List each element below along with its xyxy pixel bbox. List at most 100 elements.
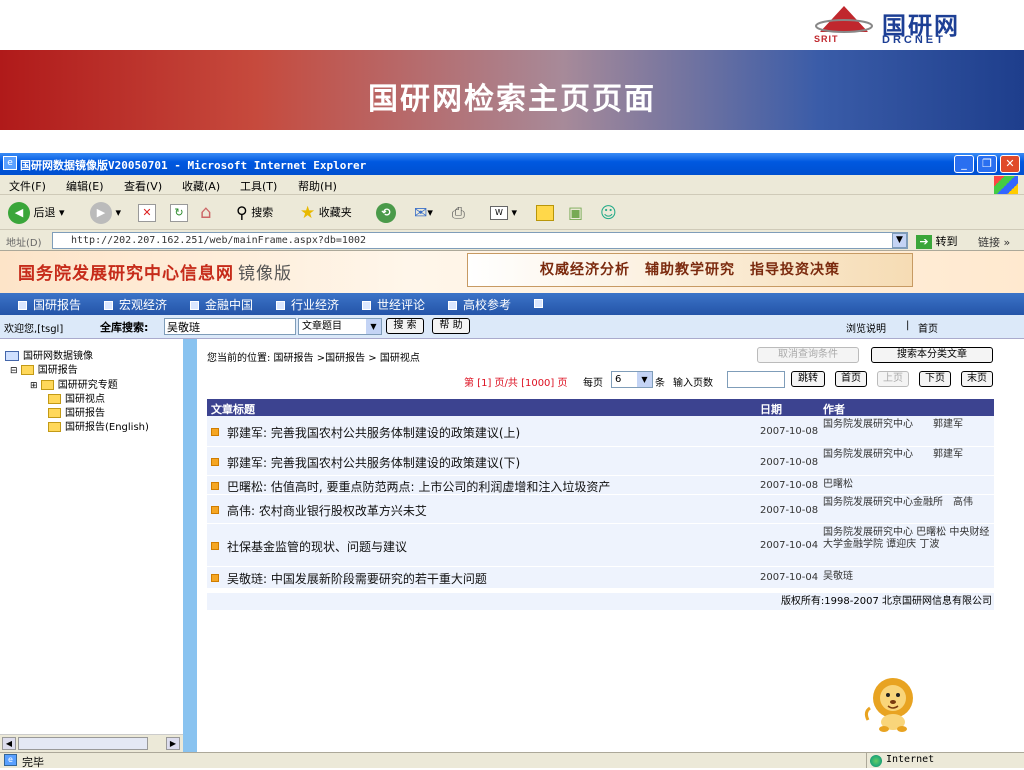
nav-bullet-icon: [448, 301, 457, 310]
tree-root[interactable]: 国研网数据镜像: [5, 347, 93, 362]
tree-item-report-english[interactable]: 国研报告(English): [48, 418, 149, 433]
print-icon[interactable]: ⎙: [452, 201, 465, 225]
collapse-icon: ⊟: [10, 366, 18, 376]
tree-hscrollbar[interactable]: ◀ ▶: [0, 734, 183, 752]
breadcrumb: 您当前的位置: 国研报告 >国研报告 > 国研视点: [207, 353, 420, 364]
search-input[interactable]: [164, 318, 296, 335]
history-icon[interactable]: ⟲: [376, 201, 396, 225]
menu-view[interactable]: 查看(V): [124, 178, 162, 194]
minimize-button[interactable]: _: [954, 155, 974, 173]
search-submit-button[interactable]: 搜 索: [386, 318, 424, 334]
jump-button[interactable]: 跳转: [791, 371, 825, 387]
bullet-icon: [211, 458, 219, 466]
cancel-query-button[interactable]: 取消查询条件: [757, 347, 859, 363]
search-category-button[interactable]: 搜索本分类文章: [871, 347, 993, 363]
page-done-icon: e: [4, 754, 17, 766]
home-link[interactable]: 首页: [918, 320, 938, 335]
page-number-input[interactable]: [727, 371, 785, 388]
address-url: http://202.207.162.251/web/mainFrame.asp…: [71, 235, 367, 246]
logo-srit-text: SRIT: [814, 34, 839, 44]
per-page-value: 6: [615, 374, 622, 385]
home-icon[interactable]: ⌂: [200, 201, 211, 225]
table-row[interactable]: 社保基金监管的现状、问题与建议 2007-10-04 国务院发展研究中心 巴曙松…: [207, 524, 994, 567]
article-author: 国务院发展研究中心 郭建军: [823, 449, 963, 460]
article-title-link[interactable]: 吴敬琏: 中国发展新阶段需要研究的若干重大问题: [227, 570, 747, 587]
search-field-select[interactable]: 文章题目 ▼: [298, 318, 382, 335]
article-title-link[interactable]: 郭建军: 完善我国农村公共服务体制建设的政策建议(上): [227, 424, 747, 441]
per-page-select[interactable]: 6 ▼: [611, 371, 653, 388]
scroll-left-icon[interactable]: ◀: [2, 737, 16, 750]
article-title-link[interactable]: 高伟: 农村商业银行股权改革方兴未艾: [227, 502, 747, 519]
forward-button[interactable]: ▶ ▾: [90, 201, 121, 225]
prev-page-button[interactable]: 上页: [877, 371, 909, 387]
first-page-button[interactable]: 首页: [835, 371, 867, 387]
nav-item-industry[interactable]: 行业经济: [276, 296, 339, 313]
table-row[interactable]: 吴敬琏: 中国发展新阶段需要研究的若干重大问题 2007-10-04 吴敬琏: [207, 567, 994, 589]
window-title: 国研网数据镜像版V20050701 - Microsoft Internet E…: [20, 159, 367, 172]
stop-icon[interactable]: ✕: [138, 201, 156, 225]
nav-item-finance[interactable]: 金融中国: [190, 296, 253, 313]
go-label: 转到: [935, 235, 958, 248]
last-page-button[interactable]: 末页: [961, 371, 993, 387]
status-divider: [866, 753, 867, 768]
nav-bullet-icon: [362, 301, 371, 310]
links-button[interactable]: 链接 »: [978, 234, 1010, 250]
search-bar: 欢迎您,[tsgl] 全库搜索: 文章题目 ▼ 搜 索 帮 助 浏览说明 | 首…: [0, 315, 1024, 339]
bullet-icon: [211, 574, 219, 582]
article-title-link[interactable]: 巴曙松: 估值高时, 要重点防范两点: 上市公司的利润虚增和注入垃圾资产: [227, 478, 747, 495]
nav-item-macro[interactable]: 宏观经济: [104, 296, 167, 313]
browse-help-link[interactable]: 浏览说明: [846, 320, 886, 335]
tree-item-report2[interactable]: 国研报告: [48, 404, 105, 419]
per-page-label: 每页: [583, 378, 603, 389]
frame-divider[interactable]: [183, 339, 197, 752]
discuss-icon[interactable]: [536, 201, 554, 225]
go-button[interactable]: ➔ 转到: [916, 233, 958, 249]
tree-item-report[interactable]: ⊟ 国研报告: [10, 361, 78, 376]
menu-file[interactable]: 文件(F): [9, 178, 46, 194]
back-button[interactable]: ◀ 后退 ▾: [8, 201, 65, 225]
search-button[interactable]: ⚲ 搜索: [236, 201, 273, 225]
go-arrow-icon: ➔: [916, 235, 932, 249]
article-title-link[interactable]: 郭建军: 完善我国农村公共服务体制建设的政策建议(下): [227, 454, 747, 471]
tree-item-topics[interactable]: ⊞ 国研研究专题: [30, 376, 118, 391]
article-title-link[interactable]: 社保基金监管的现状、问题与建议: [227, 538, 747, 555]
menu-tools[interactable]: 工具(T): [240, 178, 277, 194]
edit-icon[interactable]: W ▾: [490, 201, 517, 225]
mail-icon[interactable]: ✉▾: [414, 201, 433, 225]
menu-help[interactable]: 帮助(H): [298, 178, 337, 194]
tree-item-viewpoint[interactable]: 国研视点: [48, 390, 105, 405]
nav-item-world[interactable]: 世经评论: [362, 296, 425, 313]
nav-item-guoyan-report[interactable]: 国研报告: [18, 296, 81, 313]
messenger-icon[interactable]: ☺: [600, 201, 617, 225]
menu-favorites[interactable]: 收藏(A): [182, 178, 220, 194]
address-input[interactable]: http://202.207.162.251/web/mainFrame.asp…: [52, 232, 908, 249]
table-row[interactable]: 巴曙松: 估值高时, 要重点防范两点: 上市公司的利润虚增和注入垃圾资产 200…: [207, 476, 994, 495]
windows-flag-icon: [994, 176, 1018, 194]
research-icon[interactable]: ▣: [568, 201, 583, 225]
close-button[interactable]: ✕: [1000, 155, 1020, 173]
table-row[interactable]: 郭建军: 完善我国农村公共服务体制建设的政策建议(下) 2007-10-08 国…: [207, 447, 994, 476]
next-page-button[interactable]: 下页: [919, 371, 951, 387]
nav-tree: 国研网数据镜像 ⊟ 国研报告 ⊞ 国研研究专题 国研视点 国研报告 国研报告(E…: [0, 339, 183, 734]
col-title: 文章标题: [211, 403, 255, 416]
nav-item-college[interactable]: 高校参考: [448, 296, 511, 313]
restore-button[interactable]: ❐: [977, 155, 997, 173]
menu-edit[interactable]: 编辑(E): [66, 178, 104, 194]
refresh-icon[interactable]: ↻: [170, 201, 188, 225]
table-row[interactable]: 高伟: 农村商业银行股权改革方兴未艾 2007-10-08 国务院发展研究中心金…: [207, 495, 994, 524]
table-row[interactable]: 郭建军: 完善我国农村公共服务体制建设的政策建议(上) 2007-10-08 国…: [207, 416, 994, 447]
address-bar: 地址(D) http://202.207.162.251/web/mainFra…: [0, 231, 1024, 251]
tree-item-label: 国研报告(English): [65, 422, 149, 433]
help-button[interactable]: 帮 助: [432, 318, 470, 334]
nav-bullet-icon: [534, 299, 543, 308]
bullet-icon: [211, 428, 219, 436]
address-dropdown-icon[interactable]: ▼: [892, 233, 907, 248]
nav-label: 宏观经济: [119, 298, 168, 312]
search-field-value: 文章题目: [302, 321, 342, 332]
scroll-thumb[interactable]: [18, 737, 148, 750]
copyright-footer: 版权所有:1998-2007 北京国研网信息有限公司: [207, 593, 994, 610]
scroll-right-icon[interactable]: ▶: [166, 737, 180, 750]
bullet-icon: [211, 482, 219, 490]
favorites-button[interactable]: ★ 收藏夹: [300, 201, 352, 225]
slide-banner: 国研网检索主页页面: [0, 50, 1024, 130]
